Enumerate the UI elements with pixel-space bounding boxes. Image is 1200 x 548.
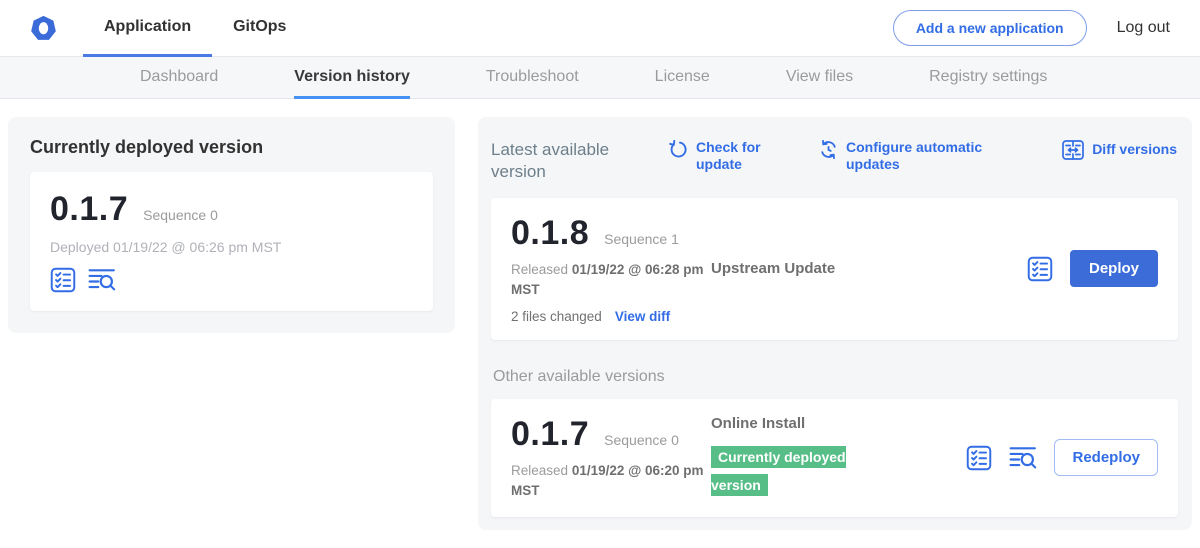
latest-version-row: 0.1.8 Sequence 1 [511, 214, 711, 253]
subnav-registry-settings[interactable]: Registry settings [929, 57, 1047, 99]
latest-sequence-label: Sequence 1 [604, 231, 679, 247]
released-prefix: Released [511, 262, 568, 277]
tab-gitops[interactable]: GitOps [212, 0, 307, 57]
currently-deployed-badge: Currently deployed version [711, 446, 846, 497]
latest-version-actions: Deploy [1027, 250, 1158, 287]
subnav-license[interactable]: License [655, 57, 710, 99]
preflight-checks-icon[interactable] [1027, 256, 1053, 282]
configure-automatic-updates-label: Configure automatic updates [846, 139, 1001, 172]
other-version-number: 0.1.7 [511, 415, 589, 454]
deployed-sequence-label: Sequence 0 [143, 207, 218, 223]
files-changed-label: 2 files changed [511, 309, 602, 324]
tab-application[interactable]: Application [83, 0, 212, 57]
app-logo-icon [30, 15, 57, 42]
latest-version-card: 0.1.8 Sequence 1 Released 01/19/22 @ 06:… [491, 198, 1178, 340]
currently-deployed-title: Currently deployed version [30, 137, 433, 158]
released-prefix: Released [511, 463, 568, 478]
other-version-source: Online Install Currently deployed versio… [711, 415, 966, 502]
deployed-version-number: 0.1.7 [50, 190, 128, 229]
auto-update-icon [819, 140, 838, 159]
latest-available-title: Latest available version [491, 139, 623, 183]
deployed-version-card: 0.1.7 Sequence 0 Deployed 01/19/22 @ 06:… [30, 172, 433, 311]
online-install-label: Online Install [711, 415, 805, 432]
subnav-version-history[interactable]: Version history [294, 57, 410, 99]
diff-versions-button[interactable]: Diff versions [1062, 139, 1177, 160]
latest-version-source: Upstream Update [711, 260, 1027, 278]
view-diff-link[interactable]: View diff [615, 309, 670, 324]
available-versions-panel: Latest available version Check for updat… [478, 117, 1192, 530]
subnav-troubleshoot[interactable]: Troubleshoot [486, 57, 579, 99]
other-version-actions: Redeploy [966, 439, 1158, 476]
available-versions-header: Latest available version Check for updat… [491, 139, 1178, 183]
add-application-button[interactable]: Add a new application [893, 10, 1087, 46]
check-for-update-label: Check for update [696, 139, 775, 172]
other-sequence-label: Sequence 0 [604, 432, 679, 448]
other-released-timestamp: Released 01/19/22 @ 06:20 pm MST [511, 461, 716, 502]
tab-gitops-label: GitOps [233, 18, 286, 36]
top-bar: Application GitOps Add a new application… [0, 0, 1200, 57]
other-version-card: 0.1.7 Sequence 0 Released 01/19/22 @ 06:… [491, 399, 1178, 518]
latest-version-info: 0.1.8 Sequence 1 Released 01/19/22 @ 06:… [511, 214, 711, 324]
deploy-logs-icon[interactable] [1009, 445, 1037, 471]
latest-version-number: 0.1.8 [511, 214, 589, 253]
currently-deployed-panel: Currently deployed version 0.1.7 Sequenc… [8, 117, 455, 333]
configure-automatic-updates-button[interactable]: Configure automatic updates [819, 139, 1001, 172]
tab-application-label: Application [104, 18, 191, 36]
preflight-checks-icon[interactable] [966, 445, 992, 471]
preflight-checks-icon[interactable] [50, 267, 76, 293]
diff-versions-label: Diff versions [1092, 141, 1177, 158]
deployed-actions [50, 267, 413, 293]
other-version-info: 0.1.7 Sequence 0 Released 01/19/22 @ 06:… [511, 415, 711, 502]
top-tabs: Application GitOps [83, 0, 307, 56]
logout-link[interactable]: Log out [1117, 19, 1170, 37]
latest-released-timestamp: Released 01/19/22 @ 06:28 pm MST [511, 260, 716, 301]
deployed-version-row: 0.1.7 Sequence 0 [50, 190, 413, 229]
subnav-view-files[interactable]: View files [786, 57, 853, 99]
subnav-dashboard[interactable]: Dashboard [140, 57, 218, 99]
other-version-row: 0.1.7 Sequence 0 [511, 415, 711, 454]
deploy-button[interactable]: Deploy [1070, 250, 1158, 287]
deployed-timestamp: Deployed 01/19/22 @ 06:26 pm MST [50, 239, 413, 255]
upstream-update-label: Upstream Update [711, 260, 835, 277]
deploy-logs-icon[interactable] [88, 267, 116, 293]
check-for-update-button[interactable]: Check for update [669, 139, 775, 172]
refresh-icon [669, 140, 688, 159]
version-history-page: Currently deployed version 0.1.7 Sequenc… [0, 99, 1200, 548]
app-subnav: Dashboard Version history Troubleshoot L… [0, 57, 1200, 99]
other-available-versions-title: Other available versions [493, 368, 1178, 386]
top-bar-right: Add a new application Log out [893, 0, 1200, 56]
currently-deployed-badge-wrap: Currently deployed version [711, 444, 883, 502]
latest-files-changed-row: 2 files changed View diff [511, 309, 711, 324]
redeploy-button[interactable]: Redeploy [1054, 439, 1158, 476]
diff-versions-icon [1062, 140, 1084, 160]
